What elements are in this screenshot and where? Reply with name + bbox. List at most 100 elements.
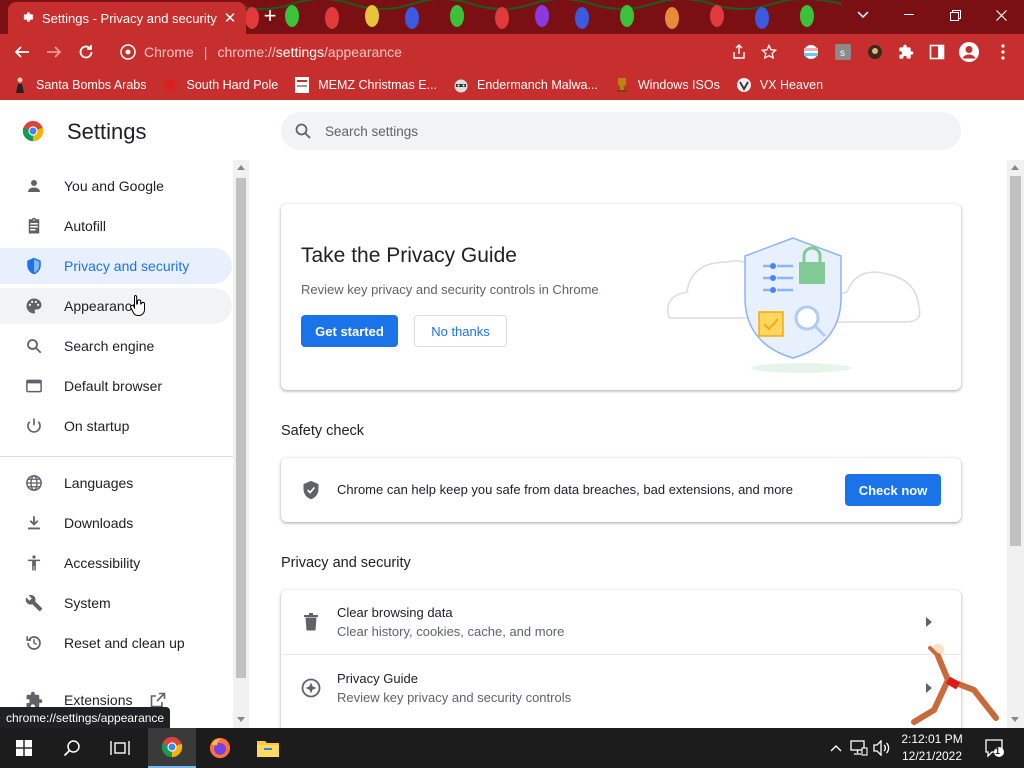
scroll-up-arrow-icon[interactable] — [237, 165, 245, 170]
sidebar-item-autofill[interactable]: Autofill — [0, 208, 232, 244]
task-view-icon — [110, 741, 130, 755]
settings-header: Settings — [0, 100, 1024, 160]
settings-search[interactable] — [281, 112, 961, 150]
sidebar-item-you-and-google[interactable]: You and Google — [0, 168, 232, 204]
reload-button[interactable] — [73, 39, 99, 65]
sidebar-item-search-engine[interactable]: Search engine — [0, 328, 232, 364]
menu-kebab-icon[interactable] — [992, 41, 1014, 63]
svg-text:s: s — [840, 48, 845, 59]
globe-icon — [24, 473, 44, 493]
shield-check-icon — [301, 480, 321, 500]
restore-button[interactable] — [932, 0, 978, 30]
volume-icon[interactable] — [872, 738, 892, 758]
action-center-button[interactable]: 1 — [983, 737, 1005, 759]
settings-sidebar: You and Google Autofill Privacy and secu… — [0, 166, 233, 728]
page-icon — [294, 77, 310, 93]
browser-toolbar: Chrome | chrome:// settings /appearance … — [0, 34, 1024, 70]
raccoon-icon — [453, 77, 469, 93]
bookmark-star-icon[interactable] — [758, 41, 780, 63]
folder-icon — [257, 741, 279, 757]
tab-close-icon[interactable]: ✕ — [222, 9, 238, 27]
bookmark-vx-heaven[interactable]: VX Heaven — [736, 77, 823, 93]
active-tab[interactable]: Settings - Privacy and security ✕ — [8, 2, 246, 34]
sidebar-scroll-thumb[interactable] — [236, 178, 246, 678]
check-now-button[interactable]: Check now — [845, 474, 941, 506]
chrome-page-icon — [120, 44, 136, 60]
safety-check-card: Chrome can help keep you safe from data … — [281, 458, 961, 522]
figure-icon — [12, 77, 28, 93]
snowflake-icon — [162, 77, 178, 93]
clock-time: 2:12:01 PM — [901, 732, 963, 746]
notification-icon — [985, 739, 1004, 758]
taskbar-firefox[interactable] — [196, 728, 244, 768]
bookmark-endermanch-malware[interactable]: Endermanch Malwa... — [453, 77, 598, 93]
taskbar-file-explorer[interactable] — [244, 728, 292, 768]
main-scrollbar[interactable] — [1007, 160, 1024, 728]
bookmarks-bar: Santa Bombs Arabs South Hard Pole MEMZ C… — [0, 70, 1024, 100]
scroll-up-arrow-icon[interactable] — [1011, 165, 1019, 170]
bookmark-windows-isos[interactable]: Windows ISOs — [614, 77, 720, 93]
main-scroll-thumb[interactable] — [1010, 176, 1021, 546]
avatar-extension-icon[interactable] — [864, 41, 886, 63]
status-bar-url: chrome://settings/appearance — [0, 707, 171, 729]
privacy-guide-row[interactable]: Privacy Guide Review key privacy and sec… — [281, 655, 961, 720]
sidebar-scrollbar[interactable] — [233, 160, 249, 728]
privacy-guide-description: Review key privacy and security controls… — [301, 282, 599, 297]
s-extension-icon[interactable]: s — [832, 41, 854, 63]
sidebar-item-privacy-and-security[interactable]: Privacy and security — [0, 248, 232, 284]
task-view-button[interactable] — [96, 728, 144, 768]
omnibox-scheme: Chrome — [144, 44, 194, 60]
sidebar-item-languages[interactable]: Languages — [0, 465, 232, 501]
taskbar-clock[interactable]: 2:12:01 PM 12/21/2022 — [897, 731, 967, 765]
palette-icon — [24, 296, 44, 316]
close-window-button[interactable] — [978, 0, 1024, 30]
new-tab-button[interactable]: + — [258, 5, 282, 29]
privacy-section-heading: Privacy and security — [281, 555, 411, 571]
tab-search-chevron-icon[interactable] — [840, 0, 886, 30]
sidebar-item-appearance[interactable]: Appearance — [0, 288, 232, 324]
privacy-guide-card: Take the Privacy Guide Review key privac… — [281, 204, 961, 390]
bookmark-santa-bombs-arabs[interactable]: Santa Bombs Arabs — [12, 77, 146, 93]
taskbar-chrome[interactable] — [148, 728, 196, 768]
forward-button[interactable] — [41, 39, 67, 65]
firefox-logo-icon — [209, 737, 231, 759]
minimize-button[interactable] — [886, 0, 932, 30]
clear-browsing-data-subtitle: Clear history, cookies, cache, and more — [337, 624, 565, 639]
safety-check-heading: Safety check — [281, 423, 365, 439]
sidebar-item-system[interactable]: System — [0, 585, 232, 621]
back-button[interactable] — [9, 39, 35, 65]
privacy-settings-card: Clear browsing data Clear history, cooki… — [281, 590, 961, 728]
sidebar-item-downloads[interactable]: Downloads — [0, 505, 232, 541]
power-icon — [24, 416, 44, 436]
trophy-icon — [614, 77, 630, 93]
scroll-down-arrow-icon[interactable] — [1011, 717, 1019, 722]
sidebar-item-default-browser[interactable]: Default browser — [0, 368, 232, 404]
share-icon[interactable] — [728, 41, 750, 63]
accessibility-icon — [24, 553, 44, 573]
title-bar: Settings - Privacy and security ✕ + — [0, 0, 1024, 34]
omnibox-url-prefix: chrome:// — [217, 44, 276, 60]
bookmark-memz-christmas[interactable]: MEMZ Christmas E... — [294, 77, 437, 93]
search-input[interactable] — [325, 123, 885, 139]
show-hidden-icons-chevron-icon[interactable] — [826, 738, 846, 758]
bookmark-south-hard-pole[interactable]: South Hard Pole — [162, 77, 278, 93]
sidebar-item-on-startup[interactable]: On startup — [0, 408, 232, 444]
clock-date: 12/21/2022 — [901, 749, 963, 763]
get-started-button[interactable]: Get started — [301, 315, 398, 347]
side-panel-icon[interactable] — [926, 41, 948, 63]
taskbar-search-button[interactable] — [48, 728, 96, 768]
flag-extension-icon[interactable] — [800, 41, 822, 63]
privacy-guide-illustration-icon — [667, 237, 921, 373]
trash-icon — [301, 612, 321, 632]
sidebar-item-accessibility[interactable]: Accessibility — [0, 545, 232, 581]
privacy-guide-title: Take the Privacy Guide — [301, 244, 517, 267]
scroll-down-arrow-icon[interactable] — [237, 717, 245, 722]
start-button[interactable] — [0, 728, 48, 768]
clear-browsing-data-row[interactable]: Clear browsing data Clear history, cooki… — [281, 590, 961, 655]
address-bar[interactable]: Chrome | chrome:// settings /appearance — [108, 37, 788, 67]
no-thanks-button[interactable]: No thanks — [414, 315, 507, 347]
network-icon[interactable] — [849, 738, 869, 758]
extensions-puzzle-icon[interactable] — [895, 41, 917, 63]
profile-avatar[interactable] — [958, 41, 980, 63]
sidebar-item-reset-and-clean-up[interactable]: Reset and clean up — [0, 625, 232, 661]
